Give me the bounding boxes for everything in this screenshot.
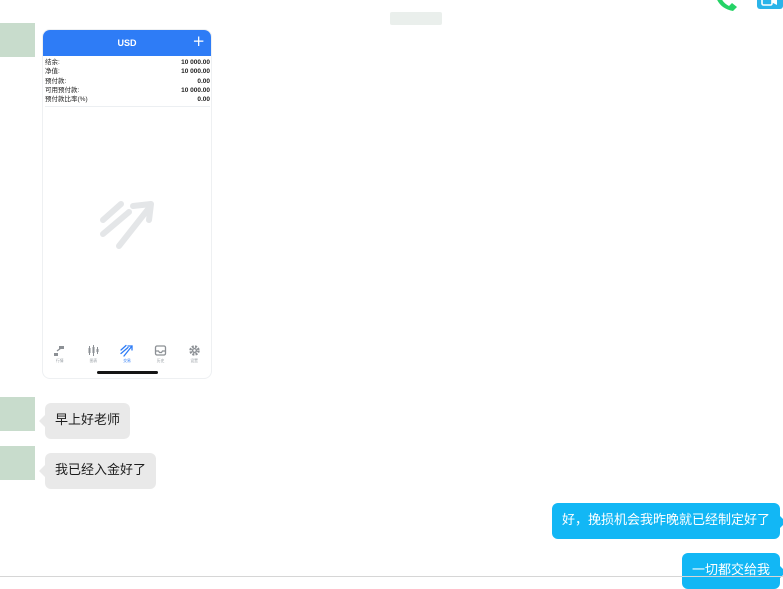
equity-row: 净值: 10 000.00 <box>45 67 210 76</box>
trade-icon <box>120 344 134 357</box>
inbox-icon <box>154 345 167 356</box>
outgoing-message[interactable]: 一切都交给我 <box>681 553 783 589</box>
currency-title: USD <box>117 38 137 48</box>
tab-chart: 图表 <box>81 344 105 366</box>
balance-table: 结余: 10 000.00 净值: 10 000.00 预付款: 0.00 可用… <box>43 56 211 108</box>
row-value: 10 000.00 <box>181 86 210 94</box>
phone-call-icon[interactable] <box>713 0 739 14</box>
row-label: 预付款: <box>45 77 67 85</box>
tab-label: 行情 <box>56 358 64 363</box>
video-call-icon[interactable] <box>757 0 783 9</box>
row-label: 净值: <box>45 68 60 76</box>
tab-label: 图表 <box>89 358 98 363</box>
tab-label: 设置 <box>190 358 198 363</box>
tab-history: 历史 <box>149 344 173 366</box>
row-value: 0.00 <box>197 96 210 104</box>
tab-quotes: 行情 <box>48 344 72 366</box>
row-value: 0.00 <box>197 77 210 85</box>
quotes-icon <box>54 346 65 356</box>
plus-icon: + <box>192 32 205 50</box>
row-value: 10 000.00 <box>181 59 210 66</box>
tab-label: 交易 <box>123 358 131 363</box>
incoming-message[interactable]: 早上好老师 <box>38 403 131 439</box>
trade-chart-icon <box>100 201 154 249</box>
image-message[interactable]: USD + 结余: 10 000.00 净值: 10 000.00 预付款: 0… <box>43 30 211 378</box>
free-margin-row: 可用预付款: 10 000.00 <box>45 86 210 95</box>
tab-settings: 设置 <box>182 344 206 366</box>
home-indicator <box>97 371 158 374</box>
candlestick-icon <box>88 345 99 356</box>
row-value: 10 000.00 <box>181 68 210 76</box>
tab-trade: 交易 <box>115 344 139 366</box>
incoming-message[interactable]: 我已经入金好了 <box>38 453 157 489</box>
contact-avatar[interactable] <box>0 446 35 480</box>
contact-avatar[interactable] <box>0 23 35 57</box>
screenshot-header: USD + <box>43 30 211 56</box>
margin-row: 预付款: 0.00 <box>45 77 210 86</box>
row-label: 结余: <box>45 59 60 66</box>
row-label: 可用预付款: <box>45 86 80 94</box>
balance-row: 结余: 10 000.00 <box>45 58 210 67</box>
row-label: 预付款比率(%) <box>45 96 88 104</box>
divider <box>45 106 210 108</box>
gear-icon <box>188 345 200 356</box>
blurred-chat-title <box>390 12 442 25</box>
margin-level-row: 预付款比率(%) 0.00 <box>45 95 210 104</box>
tab-label: 历史 <box>156 358 165 363</box>
outgoing-message[interactable]: 好，挽损机会我昨晚就已经制定好了 <box>551 503 783 539</box>
contact-avatar[interactable] <box>0 397 35 431</box>
tab-bar: 行情 图表 交易 历史 设置 <box>43 344 211 366</box>
